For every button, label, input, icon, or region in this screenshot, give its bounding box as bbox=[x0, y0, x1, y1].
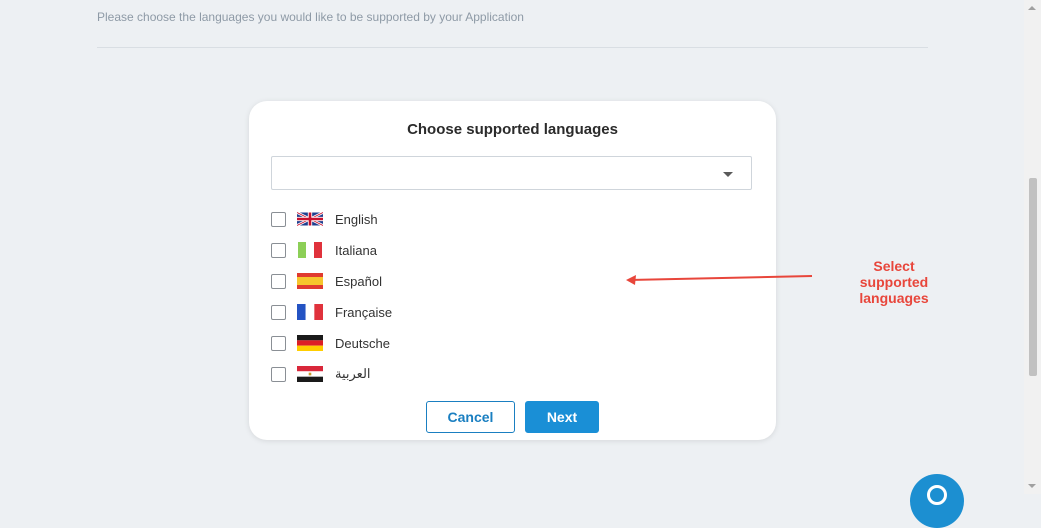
italiana-checkbox[interactable] bbox=[271, 242, 286, 258]
language-label: Deutsche bbox=[335, 335, 390, 351]
language-label: Español bbox=[335, 273, 382, 289]
scrollbar-thumb[interactable] bbox=[1029, 178, 1037, 376]
annotation-line: languages bbox=[859, 290, 929, 306]
chat-icon bbox=[927, 485, 947, 505]
language-label: English bbox=[335, 211, 378, 227]
language-option-english[interactable]: English bbox=[271, 208, 471, 230]
egypt-flag-icon bbox=[297, 366, 323, 382]
annotation-arrow-icon bbox=[626, 275, 813, 285]
francaise-checkbox[interactable] bbox=[271, 304, 286, 320]
help-chat-button[interactable] bbox=[910, 474, 964, 528]
english-checkbox[interactable] bbox=[271, 211, 286, 227]
language-option-deutsche[interactable]: Deutsche bbox=[271, 332, 471, 354]
header-divider bbox=[97, 47, 928, 48]
language-dropdown[interactable] bbox=[271, 156, 752, 190]
dialog-title: Choose supported languages bbox=[407, 121, 618, 138]
language-option-italiana[interactable]: Italiana bbox=[271, 239, 471, 261]
annotation-line: supported bbox=[859, 274, 929, 290]
france-flag-icon bbox=[297, 304, 323, 320]
language-label: Italiana bbox=[335, 242, 377, 258]
uk-flag-icon bbox=[297, 211, 323, 227]
language-option-arabic[interactable]: العربية bbox=[271, 363, 471, 385]
deutsche-checkbox[interactable] bbox=[271, 335, 286, 351]
espanol-checkbox[interactable] bbox=[271, 273, 286, 289]
italy-flag-icon bbox=[298, 242, 322, 258]
language-label: العربية bbox=[335, 366, 371, 381]
chevron-down-icon[interactable] bbox=[723, 172, 733, 177]
scroll-down-icon[interactable] bbox=[1028, 484, 1036, 488]
cancel-button[interactable]: Cancel bbox=[426, 401, 515, 433]
arabic-checkbox[interactable] bbox=[271, 366, 286, 382]
germany-flag-icon bbox=[297, 335, 323, 351]
page-scrollbar[interactable] bbox=[1024, 0, 1041, 494]
language-label: Française bbox=[335, 304, 393, 320]
spain-flag-icon bbox=[297, 273, 323, 289]
annotation-line: Select bbox=[873, 258, 915, 274]
language-option-espanol[interactable]: Español bbox=[271, 270, 471, 292]
annotation-callout: Select supported languages bbox=[848, 258, 940, 306]
next-button[interactable]: Next bbox=[525, 401, 599, 433]
page-instruction-text: Please choose the languages you would li… bbox=[97, 10, 524, 24]
language-option-francaise[interactable]: Française bbox=[271, 301, 471, 323]
scroll-up-icon[interactable] bbox=[1028, 6, 1036, 10]
